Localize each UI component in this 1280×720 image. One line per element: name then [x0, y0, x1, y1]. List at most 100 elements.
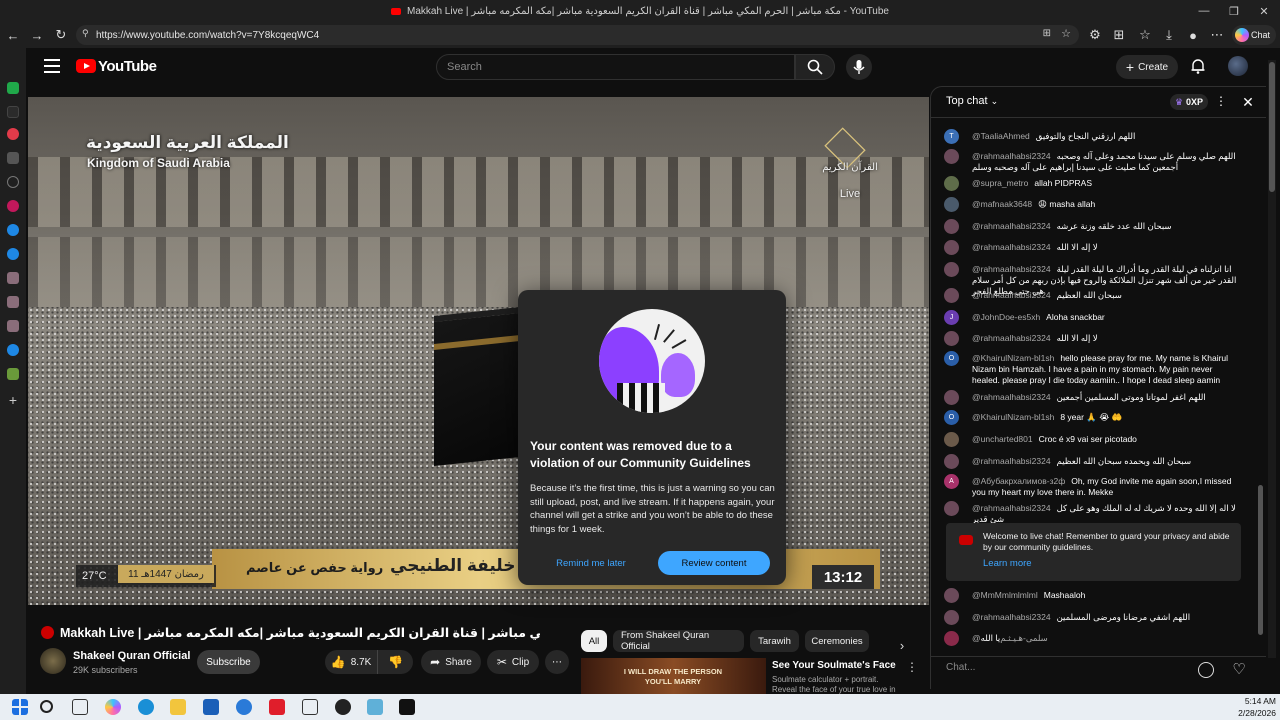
clip-button[interactable]: ✂ Clip — [487, 650, 539, 674]
notifications-button[interactable] — [1189, 57, 1207, 75]
copilot-chat-button[interactable]: Chat — [1232, 25, 1276, 45]
chat-author-avatar[interactable] — [944, 197, 959, 212]
sidebar-audio-icon[interactable] — [7, 152, 19, 164]
chip-ceremonies[interactable]: Ceremonies — [805, 630, 869, 652]
chat-author-avatar[interactable]: J — [944, 310, 959, 325]
dislike-button[interactable]: 👎 — [377, 650, 413, 674]
like-button[interactable]: 👍 8.7K — [325, 650, 377, 674]
youtube-logo-text[interactable]: YouTube — [98, 58, 157, 75]
recommendation-thumbnail[interactable]: I WILL DRAW THE PERSON YOU'LL MARRY — [581, 658, 766, 694]
chat-author-name[interactable]: @rahmaalhabsi2324 — [972, 242, 1051, 252]
store-icon[interactable] — [203, 699, 219, 715]
chevron-right-icon[interactable]: › — [892, 635, 912, 655]
learn-more-link[interactable]: Learn more — [983, 558, 1032, 569]
chat-author-name[interactable]: @MmMmlmlmlml — [972, 590, 1038, 600]
sidebar-app-icon-6[interactable] — [7, 272, 19, 284]
bookmark-star-icon[interactable]: ☆ — [1061, 27, 1071, 40]
chat-author-name[interactable]: @rahmaalhabsi2324 — [972, 392, 1051, 402]
chip-tarawih[interactable]: Tarawih — [750, 630, 799, 652]
chip-from-channel[interactable]: From Shakeel Quran Official — [613, 630, 744, 652]
downloads-icon[interactable]: ⤓ — [1160, 26, 1178, 44]
chat-author-avatar[interactable]: O — [944, 351, 959, 366]
chat-author-avatar[interactable] — [944, 331, 959, 346]
sidebar-app-icon-1[interactable] — [7, 82, 19, 94]
chat-author-name[interactable]: @rahmaalhabsi2324 — [972, 612, 1051, 622]
task-view-icon[interactable] — [72, 699, 88, 715]
chat-author-avatar[interactable] — [944, 631, 959, 646]
more-actions-button[interactable]: ⋯ — [545, 650, 569, 674]
copilot-taskbar-icon[interactable] — [105, 699, 121, 715]
chat-author-avatar[interactable] — [944, 149, 959, 164]
taskbar-clock[interactable]: 5:14 AM 2/28/2026 — [1232, 695, 1276, 719]
chip-all[interactable]: All — [581, 630, 607, 652]
sidebar-app-icon-2[interactable] — [7, 106, 19, 118]
sidebar-app-icon-5[interactable] — [7, 248, 19, 260]
chat-author-avatar[interactable] — [944, 432, 959, 447]
subscribe-button[interactable]: Subscribe — [197, 650, 260, 674]
chat-author-avatar[interactable] — [944, 588, 959, 603]
chat-more-icon[interactable]: ⋮ — [1215, 94, 1227, 110]
chat-author-avatar[interactable]: A — [944, 474, 959, 489]
sidebar-settings-icon[interactable] — [7, 176, 19, 188]
chat-author-avatar[interactable] — [944, 501, 959, 516]
chat-author-avatar[interactable] — [944, 390, 959, 405]
split-screen-icon[interactable]: ⊞ — [1110, 26, 1128, 44]
account-avatar[interactable] — [1228, 56, 1248, 76]
chat-author-name[interactable]: @JohnDoe-es5xh — [972, 312, 1040, 322]
xp-badge[interactable]: ♛ 0XP — [1170, 94, 1208, 110]
chat-author-name[interactable]: @rahmaalhabsi2324 — [972, 290, 1051, 300]
chat-author-name[interactable]: @Абубакрхалимов-з2ф — [972, 476, 1065, 486]
app-available-icon[interactable]: ⊞ — [1043, 28, 1051, 39]
more-menu-icon[interactable]: ⋯ — [1208, 26, 1226, 44]
chat-author-name[interactable]: @rahmaalhabsi2324 — [972, 503, 1051, 513]
close-window-icon[interactable]: ✕ — [1244, 0, 1280, 22]
recommendation-title[interactable]: See Your Soulmate's Face — [772, 660, 896, 671]
page-scrollbar-thumb[interactable] — [1269, 62, 1275, 192]
sidebar-record-icon[interactable] — [7, 128, 19, 140]
chat-author-name[interactable]: @mafnaak3648 — [972, 199, 1032, 209]
chat-author-avatar[interactable]: O — [944, 410, 959, 425]
extensions-icon[interactable]: ⚙ — [1086, 26, 1104, 44]
chat-input[interactable]: Chat... — [946, 662, 1126, 673]
voice-search-button[interactable] — [846, 54, 872, 80]
chat-author-name[interactable]: @KhairulNizam-bl1sh — [972, 353, 1054, 363]
youtube-taskbar-icon[interactable] — [269, 699, 285, 715]
file-explorer-icon[interactable] — [170, 699, 186, 715]
channel-name[interactable]: Shakeel Quran Official — [73, 650, 190, 662]
chat-close-icon[interactable]: ✕ — [1241, 94, 1255, 110]
chat-author-name[interactable]: @TaaliaAhmed — [972, 131, 1030, 141]
top-chat-dropdown[interactable]: Top chat ⌄ — [946, 95, 998, 107]
chat-author-name[interactable]: @KhairulNizam-bl1sh — [972, 412, 1054, 422]
chat-author-name[interactable]: @rahmaalhabsi2324 — [972, 221, 1051, 231]
chat-author-avatar[interactable] — [944, 240, 959, 255]
start-icon[interactable] — [12, 699, 28, 715]
chat-scrollbar[interactable] — [1258, 485, 1263, 635]
sidebar-app-icon-4[interactable] — [7, 224, 19, 236]
sidebar-app-icon-9[interactable] — [7, 344, 19, 356]
sidebar-app-icon-10[interactable] — [7, 368, 19, 380]
chat-author-avatar[interactable] — [944, 288, 959, 303]
favorites-icon[interactable]: ☆ — [1136, 26, 1154, 44]
address-bar[interactable]: ⚲ https://www.youtube.com/watch?v=7Y8kcq… — [76, 25, 1079, 45]
chat-author-avatar[interactable] — [944, 262, 959, 277]
chat-author-avatar[interactable] — [944, 610, 959, 625]
more-vertical-icon[interactable]: ⋮ — [906, 660, 918, 676]
chat-author-name[interactable]: @rahmaalhabsi2324 — [972, 264, 1051, 274]
chat-author-name[interactable]: @rahmaalhabsi2324 — [972, 333, 1051, 343]
edge-taskbar-icon[interactable] — [138, 699, 154, 715]
taskbar-search-icon[interactable] — [40, 700, 53, 713]
chat-author-avatar[interactable] — [944, 454, 959, 469]
channel-avatar[interactable] — [40, 648, 66, 674]
remind-me-later-button[interactable]: Remind me later — [545, 551, 637, 575]
sidebar-app-icon-8[interactable] — [7, 320, 19, 332]
chat-author-name[interactable]: @rahmaalhabsi2324 — [972, 456, 1051, 466]
heart-icon[interactable]: ♡ — [1230, 662, 1248, 678]
outlook-icon[interactable] — [236, 699, 252, 715]
youtube-logo-icon[interactable] — [76, 59, 96, 73]
profile-icon[interactable]: ● — [1184, 26, 1202, 44]
chat-author-avatar[interactable] — [944, 176, 959, 191]
app-taskbar-icon-1[interactable] — [302, 699, 318, 715]
chat-author-name[interactable]: @rahmaalhabsi2324 — [972, 151, 1051, 161]
app-taskbar-icon-3[interactable] — [367, 699, 383, 715]
chat-author-avatar[interactable] — [944, 219, 959, 234]
